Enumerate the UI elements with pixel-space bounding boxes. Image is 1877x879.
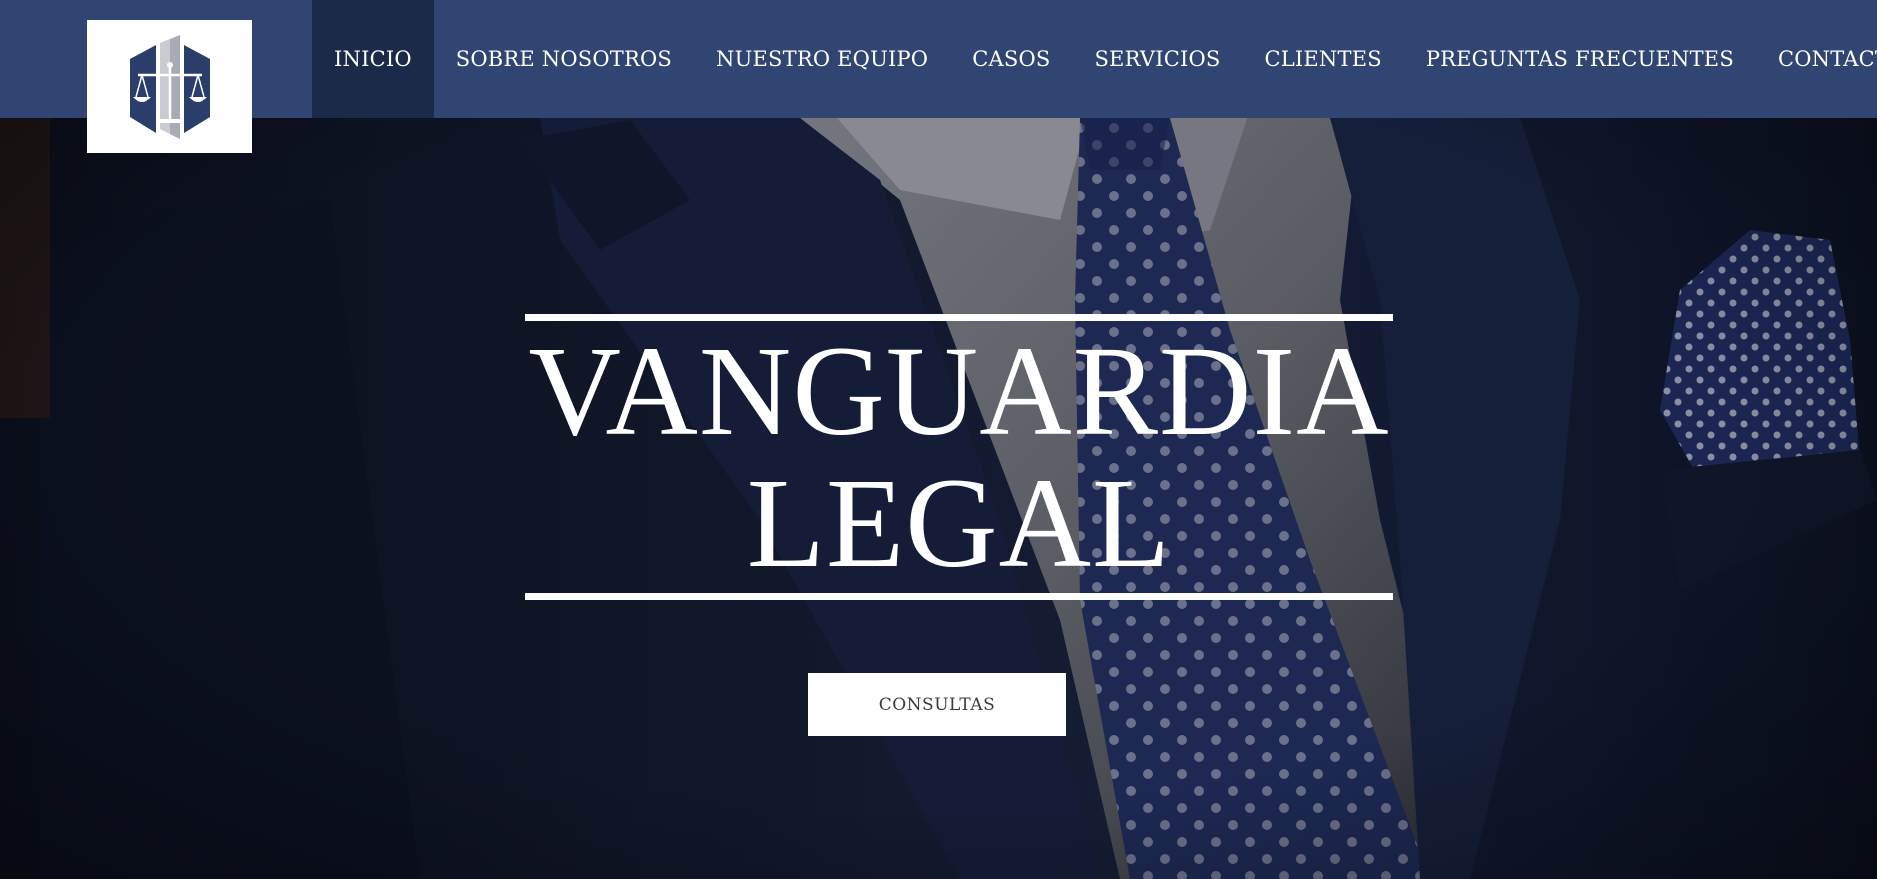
nav-item-clientes[interactable]: CLIENTES	[1242, 0, 1403, 118]
nav-item-contactanos[interactable]: CONTACTANOS	[1756, 0, 1877, 118]
nav-item-sobre-nosotros[interactable]: SOBRE NOSOTROS	[434, 0, 694, 118]
nav-item-inicio[interactable]: INICIO	[312, 0, 434, 118]
site-logo[interactable]	[87, 20, 252, 153]
title-bottom-rule	[525, 593, 1393, 600]
top-navigation-bar: INICIO SOBRE NOSOTROS NUESTRO EQUIPO CAS…	[0, 0, 1877, 118]
hero-title-line-1: VANGUARDIA	[528, 320, 1390, 462]
hero-title-line-2: LEGAL	[746, 452, 1172, 594]
scales-of-justice-building-icon	[129, 34, 210, 139]
consultas-button[interactable]: CONSULTAS	[808, 673, 1066, 736]
nav-item-casos[interactable]: CASOS	[950, 0, 1072, 118]
nav-item-preguntas-frecuentes[interactable]: PREGUNTAS FRECUENTES	[1404, 0, 1756, 118]
nav-item-servicios[interactable]: SERVICIOS	[1072, 0, 1242, 118]
hero-title-block: VANGUARDIA LEGAL	[525, 314, 1393, 600]
main-menu: INICIO SOBRE NOSOTROS NUESTRO EQUIPO CAS…	[312, 0, 1877, 118]
nav-item-nuestro-equipo[interactable]: NUESTRO EQUIPO	[694, 0, 950, 118]
